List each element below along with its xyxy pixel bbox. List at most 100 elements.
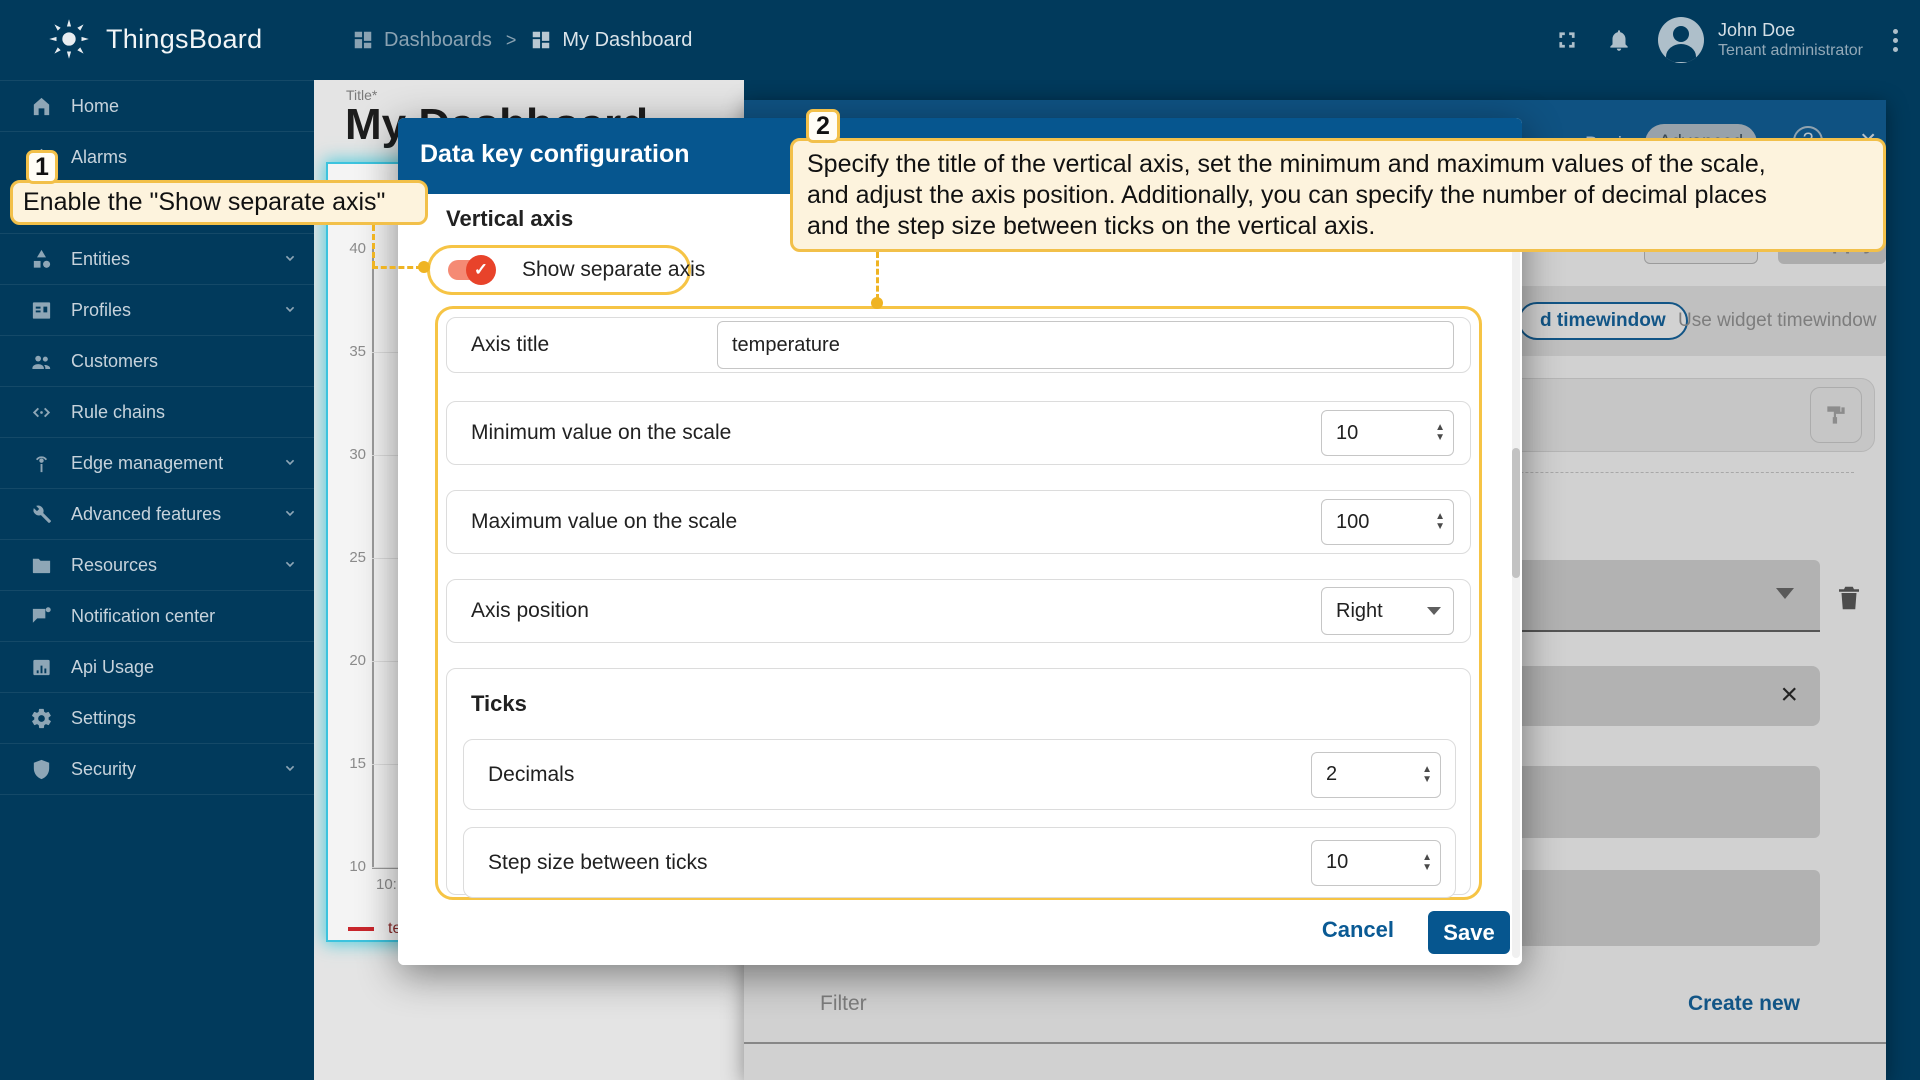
axis-fields-highlight: Axis title Minimum value on the scale ▲▼… <box>435 306 1482 900</box>
sidebar-item-label: Security <box>71 758 137 779</box>
dashboards-grid-icon <box>352 29 374 51</box>
profiles-icon <box>30 299 53 322</box>
breadcrumb-my-dashboard[interactable]: My Dashboard <box>530 29 692 52</box>
show-separate-axis-highlight: ✓ Show separate axis <box>427 245 705 295</box>
entities-icon <box>30 248 53 271</box>
sidebar-item-security[interactable]: Security <box>0 743 314 794</box>
notification-icon <box>30 605 53 628</box>
chevron-down-icon <box>1427 607 1441 615</box>
decimals-stepper[interactable]: ▲ ▼ <box>1422 764 1432 784</box>
chart-y-tick: 35 <box>349 343 366 360</box>
sidebar-item-label: Profiles <box>71 299 132 320</box>
chevron-down-icon <box>1776 588 1794 599</box>
sidebar-item-entities[interactable]: Entities <box>0 233 314 284</box>
thingsboard-logo-icon <box>44 14 94 64</box>
user-avatar[interactable] <box>1658 17 1705 63</box>
remove-key-icon[interactable]: × <box>1780 680 1798 710</box>
edge-icon <box>30 452 53 475</box>
vertical-axis-section-title: Vertical axis <box>446 206 574 231</box>
sidebar-item-label: Resources <box>71 554 158 575</box>
sidebar-item-home[interactable]: Home <box>0 80 314 131</box>
modal-footer: Cancel Save <box>398 901 1522 965</box>
top-header: ThingsBoard Dashboards > My Dashboard Jo… <box>0 0 1920 80</box>
sidebar-item-label: Settings <box>71 707 137 728</box>
sidebar-item-label: Home <box>71 95 120 116</box>
advanced-icon <box>30 503 53 526</box>
show-separate-axis-toggle[interactable]: ✓ <box>448 255 496 285</box>
widget-timewindow-pill[interactable]: Use widget timewindow <box>1660 302 1895 340</box>
user-name: John Doe <box>1718 19 1796 40</box>
step-2-line-3: and the step size between ticks on the v… <box>807 212 1376 240</box>
step-2-line-2: and adjust the axis position. Additional… <box>807 181 1767 209</box>
dashboard-grid-icon <box>530 29 552 51</box>
sidebar-item-label: Edge management <box>71 452 224 473</box>
chart-y-tick: 30 <box>349 446 366 463</box>
chevron-down-icon <box>280 453 300 473</box>
decimals-input[interactable] <box>1312 763 1406 786</box>
chevron-down-icon <box>280 759 300 779</box>
modal-scrollbar-thumb[interactable] <box>1512 448 1520 578</box>
chart-y-tick: 15 <box>349 755 366 772</box>
fullscreen-icon[interactable] <box>1554 27 1580 53</box>
chevron-down-icon <box>280 249 300 269</box>
delete-datasource-icon[interactable] <box>1834 582 1864 614</box>
sidebar-item-resources[interactable]: Resources <box>0 539 314 590</box>
max-value-stepper[interactable]: ▲ ▼ <box>1435 512 1445 532</box>
chevron-down-icon <box>280 300 300 320</box>
axis-title-input[interactable] <box>717 321 1454 369</box>
step-size-row: Step size between ticks ▲▼ <box>463 827 1456 898</box>
sidebar-item-notification-center[interactable]: Notification center <box>0 590 314 641</box>
step-2-connector-vertical <box>876 252 879 300</box>
app-logo[interactable]: ThingsBoard <box>44 14 262 64</box>
axis-position-row: Axis position Right <box>446 579 1471 643</box>
create-new-link[interactable]: Create new <box>1688 992 1800 1016</box>
sidebar-item-customers[interactable]: Customers <box>0 335 314 386</box>
chart-y-tick: 40 <box>349 240 366 257</box>
min-value-row: Minimum value on the scale ▲▼ <box>446 401 1471 465</box>
sidebar-item-label: Customers <box>71 350 159 371</box>
min-value-stepper[interactable]: ▲ ▼ <box>1435 423 1445 443</box>
chart-y-tick: 25 <box>349 549 366 566</box>
step-2-badge: 2 <box>806 109 840 143</box>
filter-icon-button[interactable] <box>1810 387 1862 443</box>
sidebar-item-api-usage[interactable]: Api Usage <box>0 641 314 692</box>
step-2-line-1: Specify the title of the vertical axis, … <box>807 150 1766 178</box>
max-value-row: Maximum value on the scale ▲▼ <box>446 490 1471 554</box>
sidebar-item-label: Advanced features <box>71 503 222 524</box>
chart-y-tick: 10 <box>349 858 366 875</box>
user-role: Tenant administrator <box>1718 42 1863 60</box>
step-size-stepper[interactable]: ▲ ▼ <box>1422 852 1432 872</box>
step-2-callout: Specify the title of the vertical axis, … <box>790 138 1886 252</box>
axis-title-row: Axis title <box>446 317 1471 373</box>
sidebar-item-label: Api Usage <box>71 656 155 677</box>
axis-position-select[interactable]: Right <box>1321 587 1454 635</box>
cancel-button[interactable]: Cancel <box>1322 917 1394 943</box>
sidebar-item-profiles[interactable]: Profiles <box>0 284 314 335</box>
sidebar-item-rule-chains[interactable]: Rule chains <box>0 386 314 437</box>
breadcrumb-dashboards[interactable]: Dashboards <box>352 29 492 52</box>
customers-icon <box>30 350 53 373</box>
sidebar-item-settings[interactable]: Settings <box>0 692 314 743</box>
breadcrumb: Dashboards > My Dashboard <box>352 0 692 80</box>
sidebar-item-label: Notification center <box>71 605 216 626</box>
modal-scrollbar-track[interactable] <box>1512 198 1520 958</box>
paint-roller-icon <box>1823 402 1849 428</box>
save-button[interactable]: Save <box>1428 911 1510 954</box>
sidebar-item-advanced-features[interactable]: Advanced features <box>0 488 314 539</box>
api-usage-icon <box>30 656 53 679</box>
kebab-menu-icon[interactable] <box>1889 25 1902 56</box>
toggle-check-icon: ✓ <box>466 255 496 285</box>
chevron-down-icon <box>280 504 300 524</box>
sidebar-item-edge-management[interactable]: Edge management <box>0 437 314 488</box>
step-1-connector-dot <box>418 261 430 273</box>
notifications-bell-icon[interactable] <box>1606 27 1632 53</box>
sidebar-item-label: Alarms <box>71 146 128 167</box>
step-1-badge: 1 <box>26 150 58 184</box>
sidebar: Home Alarms Entities Profiles Customers Rule … <box>0 80 314 1080</box>
max-value-input[interactable] <box>1322 510 1416 534</box>
chart-y-tick: 20 <box>349 652 366 669</box>
step-1-callout: Enable the "Show separate axis" <box>10 180 428 225</box>
min-value-input[interactable] <box>1322 421 1416 445</box>
step-size-input[interactable] <box>1312 851 1406 874</box>
rule-chains-icon <box>30 401 53 424</box>
